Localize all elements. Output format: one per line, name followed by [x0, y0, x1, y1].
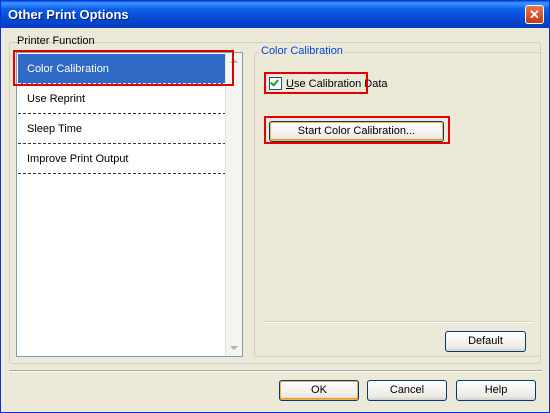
cancel-button[interactable]: Cancel	[367, 380, 447, 401]
help-button[interactable]: Help	[456, 380, 536, 401]
printer-function-label: Printer Function	[17, 35, 95, 47]
close-icon: ✕	[529, 7, 540, 22]
default-button[interactable]: Default	[445, 331, 526, 352]
highlight-box-list-item	[13, 50, 234, 86]
printer-function-list[interactable]: Color Calibration Use Reprint Sleep Time…	[16, 52, 243, 357]
list-item-sleep-time[interactable]: Sleep Time	[18, 114, 226, 144]
list-item-label: Use Reprint	[27, 93, 86, 105]
list-scrollbar[interactable]	[225, 53, 242, 356]
footer-divider	[9, 370, 542, 372]
highlight-box-start-button	[264, 116, 450, 144]
close-button[interactable]: ✕	[525, 5, 544, 24]
list-item-use-reprint[interactable]: Use Reprint	[18, 84, 226, 114]
group-divider	[264, 321, 532, 323]
color-calibration-group-label: Color Calibration	[259, 45, 345, 57]
color-calibration-group	[254, 52, 541, 357]
ok-button[interactable]: OK	[279, 380, 359, 401]
highlight-box-checkbox	[264, 72, 368, 94]
scroll-down-icon[interactable]	[230, 346, 238, 350]
title-bar[interactable]: Other Print Options ✕	[1, 1, 549, 28]
other-print-options-dialog: Other Print Options ✕ Printer Function C…	[0, 0, 550, 413]
window-title: Other Print Options	[8, 7, 129, 22]
list-item-improve-print-output[interactable]: Improve Print Output	[18, 144, 226, 174]
list-item-label: Improve Print Output	[27, 153, 129, 165]
list-item-label: Sleep Time	[27, 123, 83, 135]
